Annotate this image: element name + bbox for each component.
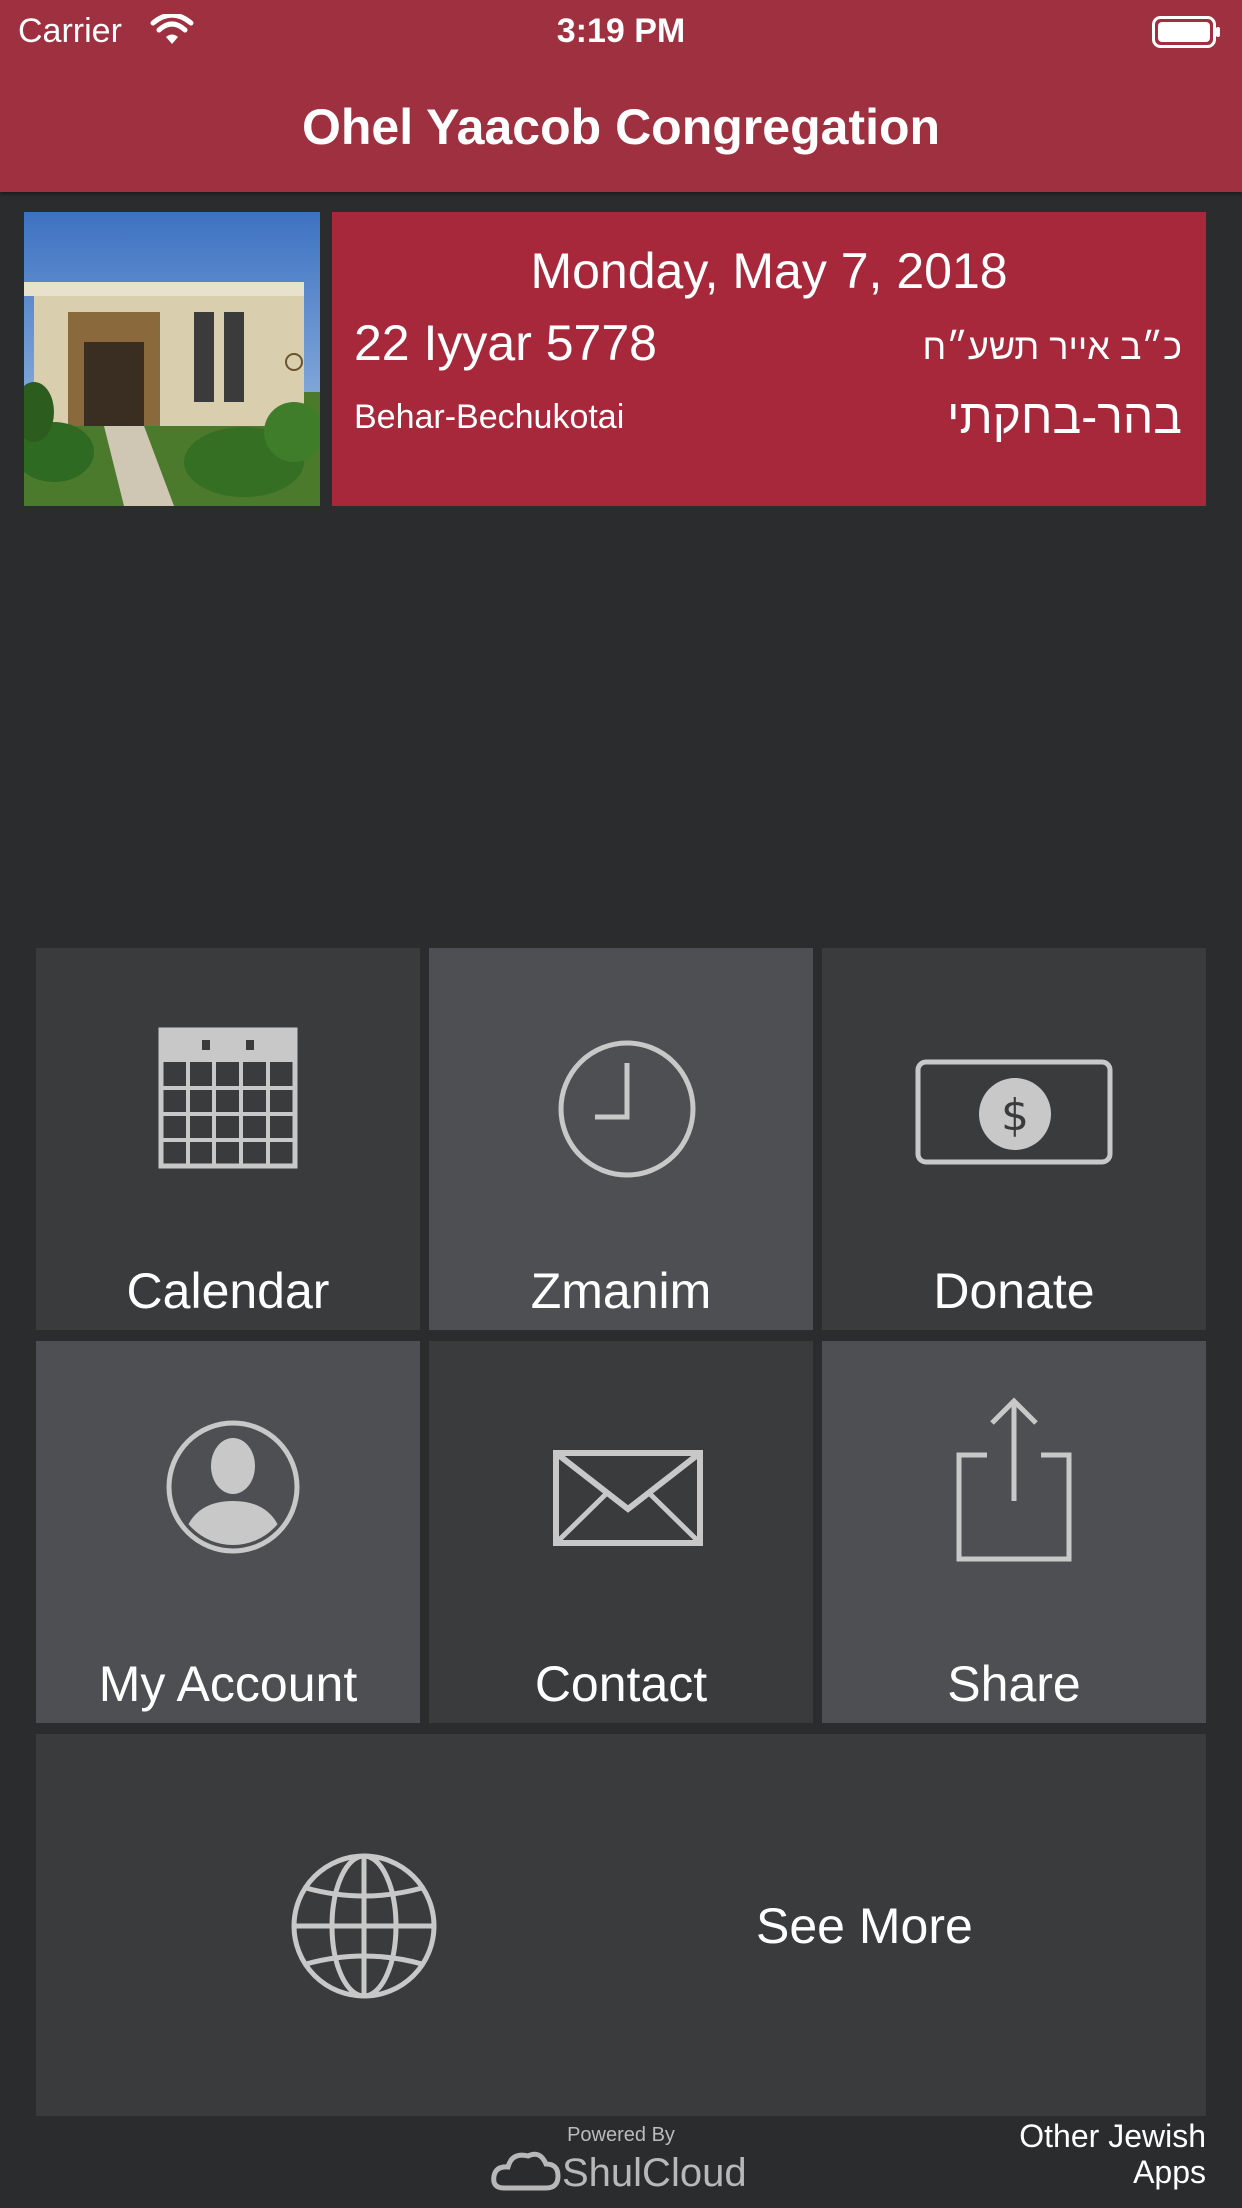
svg-text:ShulCloud: ShulCloud — [562, 2151, 747, 2195]
contact-label: Contact — [534, 1656, 708, 1712]
contact-tile[interactable]: Contact — [429, 1341, 813, 1723]
calendar-icon — [158, 1027, 298, 1169]
my-account-tile[interactable]: My Account — [36, 1341, 420, 1723]
header-bar: Carrier 3:19 PM Ohel Yaacob Congregation — [0, 0, 1242, 192]
zmanim-label: Zmanim — [530, 1263, 712, 1319]
donate-label: Donate — [933, 1263, 1095, 1319]
clock-icon — [558, 1040, 696, 1178]
donate-tile[interactable]: $ Donate — [822, 948, 1206, 1330]
share-tile[interactable]: Share — [822, 1341, 1206, 1723]
calendar-tile[interactable]: Calendar — [36, 948, 420, 1330]
gregorian-date: Monday, May 7, 2018 — [530, 243, 1008, 299]
app-title: Ohel Yaacob Congregation — [301, 99, 941, 155]
share-label: Share — [947, 1656, 1081, 1712]
other-apps-line1: Other Jewish — [1019, 2118, 1206, 2154]
battery-icon — [1152, 16, 1220, 48]
user-icon — [166, 1420, 300, 1554]
date-panel: Monday, May 7, 2018 22 Iyyar 5778 כ״ב אי… — [332, 212, 1206, 506]
parsha-english: Behar-Bechukotai — [354, 398, 625, 436]
my-account-label: My Account — [98, 1656, 358, 1712]
see-more-label: See More — [756, 1898, 973, 1954]
dollar-bill-icon: $ — [915, 1059, 1113, 1165]
globe-icon — [291, 1853, 437, 1999]
hebrew-date-english: 22 Iyyar 5778 — [354, 315, 657, 371]
calendar-label: Calendar — [126, 1263, 330, 1319]
shulcloud-logo: ShulCloud — [491, 2151, 747, 2195]
parsha-hebrew: בהר-בחקתי — [946, 391, 1182, 444]
envelope-icon — [553, 1450, 703, 1546]
svg-text:$: $ — [1001, 1090, 1029, 1141]
status-bar: Carrier 3:19 PM — [0, 0, 1242, 60]
synagogue-photo — [24, 212, 320, 506]
hebrew-date-hebrew: כ״ב אייר תשע״ח — [922, 326, 1182, 367]
other-jewish-apps-link[interactable]: Other Jewish Apps — [966, 2118, 1206, 2190]
status-time: 3:19 PM — [556, 12, 686, 50]
share-icon — [956, 1397, 1072, 1562]
zmanim-tile[interactable]: Zmanim — [429, 948, 813, 1330]
other-apps-line2: Apps — [1133, 2154, 1206, 2190]
see-more-tile[interactable]: See More — [36, 1734, 1206, 2116]
